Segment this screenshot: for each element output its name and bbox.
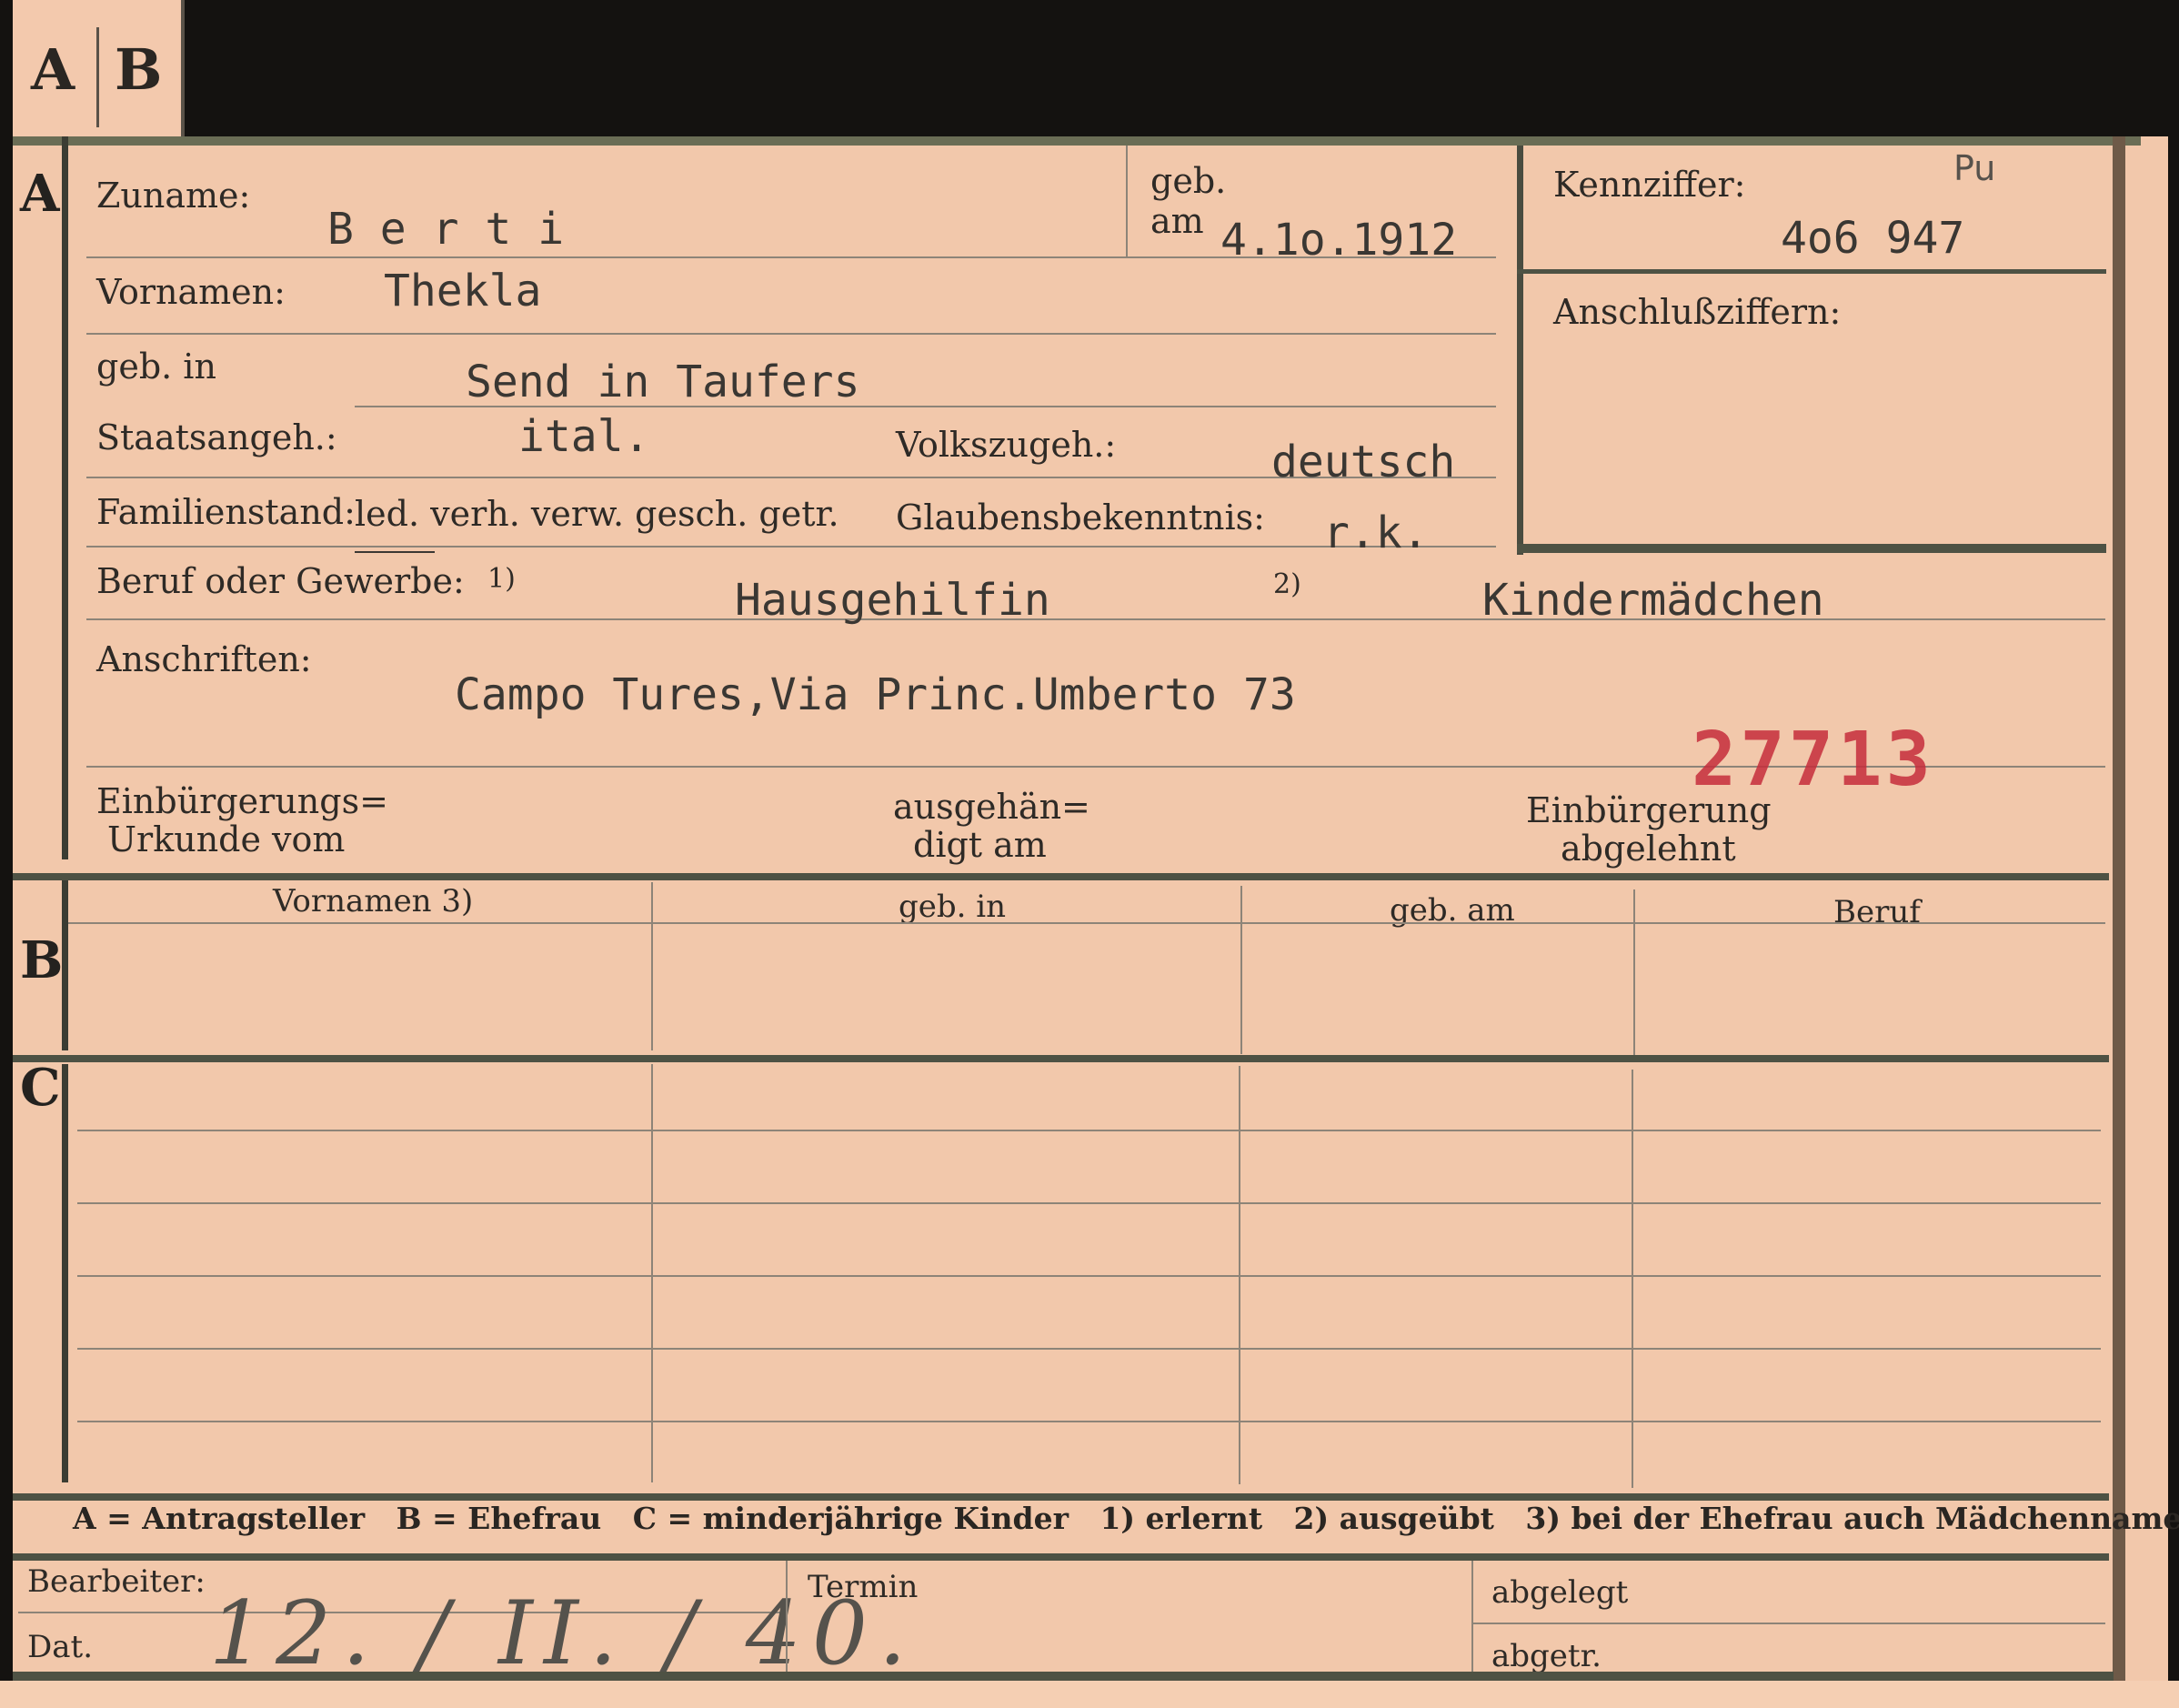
section-c-bar (62, 1064, 68, 1482)
beruf-value-erlernt: Hausgehilfin (735, 575, 1050, 626)
tab-letter-a: A (31, 36, 75, 103)
section-c-row-5 (77, 1421, 2101, 1422)
section-c-row-3 (77, 1275, 2101, 1277)
am-label: am (1150, 201, 1204, 241)
volkszugeh-label: Volkszugeh.: (896, 425, 1117, 465)
zuname-label: Zuname: (96, 176, 251, 216)
geb-am-value: 4.1o.1912 (1220, 215, 1458, 266)
col-header-geb-am: geb. am (1390, 892, 1515, 929)
card-top-border (13, 136, 2141, 146)
section-b-col-2 (1240, 886, 1242, 1054)
volkszugeh-value: deutsch (1271, 437, 1456, 487)
section-b-top-border (13, 873, 2109, 880)
legend-top-border (13, 1493, 2109, 1501)
col-header-vornamen: Vornamen 3) (273, 883, 474, 919)
section-c-col-1 (651, 1064, 653, 1482)
einbuergerung-abgelehnt-line2: abgelehnt (1561, 829, 1736, 869)
section-c-row-1 (77, 1130, 2101, 1131)
tab-divider (96, 27, 99, 127)
glaubensbekenntnis-label: Glaubensbekenntnis: (896, 497, 1265, 538)
section-c-row-4 (77, 1348, 2101, 1350)
section-c-row-2 (77, 1202, 2101, 1204)
beruf-note-2: 2) (1273, 568, 1301, 600)
footer-col-1 (786, 1561, 788, 1672)
rule-familienstand (86, 546, 1496, 548)
col-header-geb-in: geb. in (899, 889, 1007, 925)
section-b-col-3 (1633, 889, 1635, 1058)
kennziffer-label: Kennziffer: (1553, 165, 1746, 205)
anschriften-value: Campo Tures,Via Princ.Umberto 73 (455, 669, 1296, 720)
rule-geb-divider (1126, 146, 1128, 258)
anschlussziffern-label: Anschlußziffern: (1553, 292, 1842, 332)
einbuergerung-abgelehnt-line1: Einbürgerung (1526, 790, 1772, 830)
footer-abgelegt-rule (1473, 1623, 2105, 1624)
tab-letter-b: B (115, 36, 163, 103)
kennziffer-box-bottom (1517, 544, 2106, 553)
bearbeiter-label: Bearbeiter: (27, 1563, 206, 1600)
beruf-label: Beruf oder Gewerbe: (96, 561, 465, 601)
section-b-letter: B (20, 930, 64, 990)
index-tab: A B (13, 0, 185, 136)
legend-bottom-border (13, 1553, 2109, 1561)
glaubensbekenntnis-value: r.k. (1323, 507, 1429, 558)
geb-label: geb. (1150, 161, 1227, 201)
geb-in-value: Send in Taufers (466, 357, 860, 407)
card-right-border (2113, 136, 2125, 1701)
zuname-value: B e r t i (327, 204, 565, 255)
section-b-header-rule (68, 922, 2105, 924)
einbuergerungs-label-line2: Urkunde vom (107, 819, 346, 859)
section-c-top-border (13, 1055, 2109, 1062)
staatsangeh-label: Staatsangeh.: (96, 417, 337, 457)
section-b-bar (62, 878, 68, 1050)
card-bottom-strip (0, 1681, 2179, 1708)
termin-label: Termin (808, 1569, 919, 1605)
familienstand-label: Familienstand: (96, 492, 356, 532)
legend-text: A = Antragsteller B = Ehefrau C = minder… (73, 1501, 2179, 1536)
vornamen-value: Thekla (384, 266, 542, 316)
familienstand-options: led. verh. verw. gesch. getr. (355, 494, 839, 534)
section-a-bar (62, 136, 68, 859)
abgetragen-label: abgetr. (1491, 1638, 1602, 1674)
section-c-letter: C (20, 1058, 61, 1118)
einbuergerungs-label-line1: Einbürgerungs= (96, 781, 388, 821)
card-bottom-border (13, 1672, 2114, 1681)
section-b-col-1 (651, 882, 653, 1050)
abgelegt-label: abgelegt (1491, 1574, 1629, 1611)
beruf-note-1: 1) (487, 563, 516, 595)
familienstand-underline (355, 551, 435, 553)
geb-in-label: geb. in (96, 347, 216, 387)
dat-label: Dat. (27, 1629, 94, 1665)
ausgehaendigt-label-line1: ausgehän= (893, 787, 1090, 827)
kennziffer-box-left (1517, 146, 1523, 555)
staatsangeh-value: ital. (518, 411, 650, 462)
ausgehaendigt-label-line2: digt am (913, 825, 1047, 865)
kennziffer-code: Pu (1953, 148, 1996, 188)
vornamen-label: Vornamen: (96, 272, 286, 312)
footer-col-2 (1471, 1561, 1473, 1672)
section-a-letter: A (20, 164, 60, 224)
section-c-col-3 (1632, 1070, 1633, 1488)
beruf-value-ausgeuebt: Kindermädchen (1482, 575, 1824, 626)
rule-vornamen (86, 333, 1496, 335)
anschriften-label: Anschriften: (96, 639, 312, 679)
kennziffer-box-divider (1517, 269, 2106, 274)
kennziffer-value: 4o6 947 (1781, 213, 1965, 264)
